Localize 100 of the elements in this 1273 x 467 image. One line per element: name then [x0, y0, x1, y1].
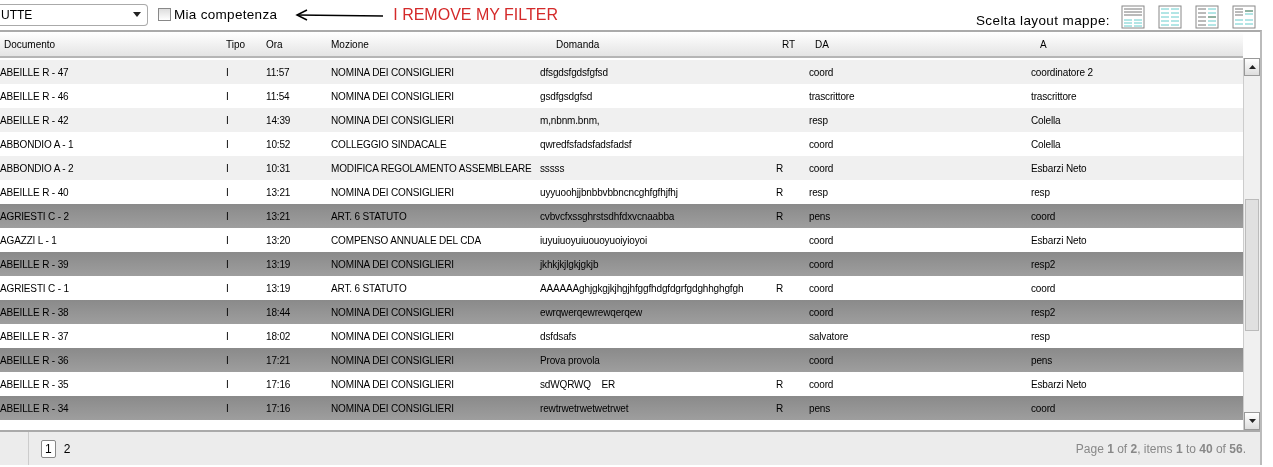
- table-cell-text: I: [225, 306, 230, 318]
- table-cell-text: jkhkjkjlgkjgkjb: [538, 258, 600, 270]
- table-cell-text: R: [775, 378, 785, 390]
- table-cell-text: coord: [808, 306, 835, 318]
- table-cell-text: gsdfgsdgfsd: [539, 90, 594, 102]
- table-row[interactable]: ABEILLE R - 39 I 13:19 NOMINA DEI CONSIGLIERI jkhkjkjlgkjgkjb coord resp2: [0, 252, 1243, 276]
- table-cell-text: I: [225, 378, 230, 390]
- table-cell-text: ABEILLE R - 42: [0, 114, 70, 126]
- table-cell-text: ABEILLE R - 47: [0, 66, 70, 78]
- table-cell-text: I: [225, 66, 230, 78]
- layout-icon[interactable]: [1232, 4, 1256, 29]
- table-row[interactable]: ABEILLE R - 38 I 18:44 NOMINA DEI CONSIGLIERI ewrqwerqewrewqerqew coord resp2: [0, 300, 1243, 324]
- scroll-thumb[interactable]: [1245, 199, 1259, 331]
- table-cell-text: R: [775, 282, 785, 294]
- pager-summary: Page 1 of 2, items 1 to 40 of 56.: [1075, 441, 1246, 456]
- column-header[interactable]: Domanda: [536, 38, 772, 50]
- caret-icon: [133, 12, 141, 17]
- table-cell-text: coord: [808, 66, 835, 78]
- table-cell-text: dfsgdsfgdsfgfsd: [539, 66, 609, 78]
- table-cell-text: coord: [808, 354, 835, 366]
- table-cell-text: 11:54: [265, 90, 291, 102]
- column-header[interactable]: Ora: [262, 38, 327, 50]
- scroll-up-icon[interactable]: [1248, 65, 1256, 69]
- table-cell-text: 17:21: [265, 354, 292, 366]
- table-cell-text: uyyuoohjjbnbbvbbncncghfgfhjfhj: [539, 186, 679, 198]
- table-cell-text: iuyuiuoyuiuouoyuoiyioyoi: [539, 234, 649, 246]
- checkbox[interactable]: [158, 8, 171, 21]
- table-cell-text: AAAAAAghjgkgjkjhgjhfggfhdgfdgrfgdghhghgfgh: [539, 282, 745, 294]
- table-cell-text: 10:31: [265, 162, 292, 174]
- table-cell-text: resp2: [1030, 306, 1057, 318]
- column-header[interactable]: Documento: [0, 38, 222, 50]
- table-cell-text: coord: [1030, 282, 1057, 294]
- table-row[interactable]: ABEILLE R - 34 I 17:16 NOMINA DEI CONSIGLIERI rewtrwetrwetwetrwet R pens coord: [0, 396, 1243, 420]
- scroll-down-icon[interactable]: [1248, 419, 1256, 423]
- table-cell-text: 13:20: [265, 234, 292, 246]
- table-cell-text: NOMINA DEI CONSIGLIERI: [330, 306, 455, 318]
- table-cell-text: R: [775, 162, 785, 174]
- table-cell-text: trascrittore: [808, 90, 856, 102]
- table-cell-text: dsfdsafs: [539, 330, 578, 342]
- table-cell-text: Esbarzi Neto: [1030, 234, 1088, 246]
- table-cell-text: resp: [808, 114, 829, 126]
- table-cell-text: pens: [1030, 354, 1054, 366]
- table-row[interactable]: ABEILLE R - 47 I 11:57 NOMINA DEI CONSIGLIERI dfsgdsfgdsfgfsd coord coordinatore 2: [0, 60, 1243, 84]
- table-cell-text: 13:19: [265, 282, 292, 294]
- table-cell-text: R: [775, 186, 785, 198]
- table-cell-text: ABEILLE R - 40: [0, 186, 70, 198]
- table-cell-text: pens: [808, 402, 832, 414]
- page-link[interactable]: 2: [59, 439, 75, 458]
- table-cell-text: Colella: [1030, 114, 1062, 126]
- column-header[interactable]: Mozione: [327, 38, 536, 50]
- table-cell-text: AGAZZI L - 1: [0, 234, 58, 246]
- table-cell-text: coord: [1030, 210, 1057, 222]
- layout-icon[interactable]: [1195, 4, 1219, 29]
- table-cell-text: resp: [1030, 330, 1051, 342]
- page-link[interactable]: 1: [41, 439, 56, 458]
- scrollbar[interactable]: [1243, 58, 1260, 430]
- table-cell-text: ewrqwerqewrewqerqew: [539, 306, 644, 318]
- table-cell-text: I: [225, 234, 230, 246]
- filter-dropdown[interactable]: UTTE: [0, 3, 148, 26]
- table-cell-text: resp2: [1030, 258, 1057, 270]
- table-cell-text: I: [225, 402, 230, 414]
- table-cell-text: NOMINA DEI CONSIGLIERI: [330, 186, 455, 198]
- table-cell-text: ART. 6 STATUTO: [330, 210, 408, 222]
- table-cell-text: 13:19: [265, 258, 292, 270]
- column-header[interactable]: A: [1027, 38, 1243, 50]
- table-cell-text: qwredfsfadsfadsfadsf: [539, 138, 633, 150]
- layout-icon[interactable]: [1158, 4, 1182, 29]
- table-cell-text: R: [775, 210, 785, 222]
- table-row[interactable]: ABEILLE R - 42 I 14:39 NOMINA DEI CONSIGLIERI m,nbnm.bnm, resp Colella: [0, 108, 1243, 132]
- table-cell-text: I: [225, 114, 230, 126]
- table-row[interactable]: AGRIESTI C - 2 I 13:21 ART. 6 STATUTO cvbvcfxssghrstsdhfdxvcnaabba R pens coord: [0, 204, 1243, 228]
- table-cell-text: ART. 6 STATUTO: [330, 282, 408, 294]
- table-row[interactable]: ABEILLE R - 36 I 17:21 NOMINA DEI CONSIGLIERI Prova provola coord pens: [0, 348, 1243, 372]
- table-cell-text: I: [225, 90, 230, 102]
- column-header[interactable]: Tipo: [222, 38, 262, 50]
- table-cell-text: Esbarzi Neto: [1030, 162, 1088, 174]
- table-cell-text: 10:52: [265, 138, 292, 150]
- table-cell-text: ABEILLE R - 34: [0, 402, 70, 414]
- table-cell-text: salvatore: [808, 330, 850, 342]
- table-cell-text: coord: [808, 258, 835, 270]
- table-cell-text: ABBONDIO A - 2: [0, 162, 75, 174]
- table-cell-text: COMPENSO ANNUALE DEL CDA: [330, 234, 482, 246]
- table-cell-text: coord: [1030, 402, 1057, 414]
- table-cell-text: NOMINA DEI CONSIGLIERI: [330, 90, 455, 102]
- table-cell-text: NOMINA DEI CONSIGLIERI: [330, 114, 455, 126]
- table-cell-text: I: [225, 354, 230, 366]
- table-cell-text: 18:02: [265, 330, 292, 342]
- layout-icon[interactable]: [1121, 4, 1145, 29]
- table-cell-text: coord: [808, 162, 835, 174]
- table-cell-text: 13:21: [265, 186, 292, 198]
- table-cell-text: Prova provola: [539, 354, 601, 366]
- table-cell-text: resp: [808, 186, 829, 198]
- table-cell-text: ABEILLE R - 37: [0, 330, 70, 342]
- table-cell-text: NOMINA DEI CONSIGLIERI: [330, 330, 455, 342]
- table-cell-text: pens: [808, 210, 832, 222]
- table-cell-text: ABEILLE R - 35: [0, 378, 70, 390]
- table-row[interactable]: ABBONDIO A - 2 I 10:31 MODIFICA REGOLAMENTO ASSEMBLEARE sssss R coord Esbarzi Neto: [0, 156, 1243, 180]
- table-cell-text: coordinatore 2: [1030, 66, 1094, 78]
- column-header[interactable]: DA: [805, 38, 1027, 50]
- column-header[interactable]: RT: [772, 38, 805, 50]
